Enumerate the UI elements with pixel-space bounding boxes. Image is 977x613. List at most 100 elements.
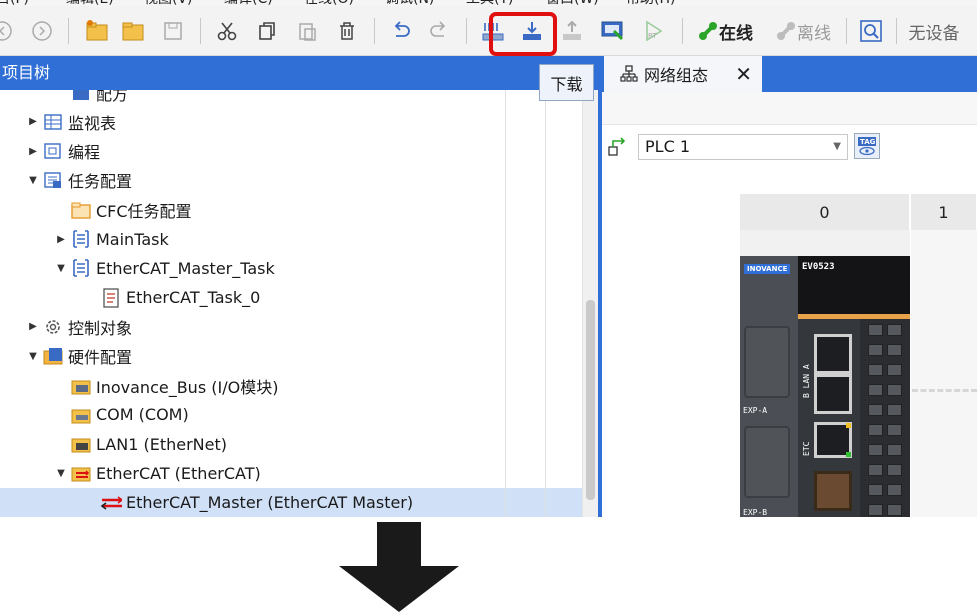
tree-item[interactable]: ▶ 监视表 — [0, 107, 582, 136]
tree-item[interactable]: Inovance_Bus (I/O模块) — [0, 371, 582, 400]
editor-subbar — [602, 92, 977, 125]
offline-label: 离线 — [797, 23, 831, 44]
open-folder-icon[interactable] — [118, 14, 148, 48]
paste-icon[interactable] — [292, 14, 322, 48]
tree-item[interactable]: ▶ MainTask — [0, 225, 582, 254]
document-icon — [100, 287, 122, 308]
tree-item[interactable]: ▶ 编程 — [0, 137, 582, 166]
tree-item[interactable]: ▼ 任务配置 — [0, 166, 582, 195]
project-tree: 配方 ▶ 监视表 ▶ 编程 ▼ 任务配置 CFC任务配置 ▶ MainTask ▼ EtherCAT_… — [0, 90, 582, 517]
device-status[interactable]: 无设备 — [904, 14, 964, 48]
tree-item-label: 编程 — [68, 143, 101, 163]
go-online-button[interactable]: 在线 — [692, 14, 758, 48]
collapse-arrow-icon[interactable]: ▼ — [54, 468, 68, 479]
gear-icon — [42, 317, 64, 337]
plc-device[interactable]: INOVANCE EV0523 EXP-A EXP-B B LAN A ETC — [740, 256, 910, 517]
tree-item[interactable]: ▼ EtherCAT_Master_Task — [0, 254, 582, 283]
undo-icon[interactable] — [386, 14, 416, 48]
ethercat-master-icon — [100, 493, 122, 513]
network-icon — [608, 137, 626, 156]
svg-text:RT: RT — [648, 32, 657, 40]
tree-item[interactable]: EtherCAT_Master (EtherCAT Master) — [0, 488, 582, 517]
tree-item-label: 监视表 — [68, 113, 117, 133]
tag-view-button[interactable]: TAG — [854, 133, 880, 159]
tree-item-label: EtherCAT_Task_0 — [126, 288, 261, 308]
tree-scrollbar[interactable] — [582, 90, 598, 517]
offline-icon — [777, 22, 795, 40]
tree-item[interactable]: 配方 — [0, 90, 582, 107]
tree-item-label: CFC任务配置 — [96, 201, 192, 221]
run-rt-icon[interactable]: RT — [638, 14, 668, 48]
tag-icon: TAG — [858, 137, 876, 156]
expand-arrow-icon[interactable]: ▶ — [54, 234, 68, 245]
tree-item[interactable]: ▼ 硬件配置 — [0, 342, 582, 371]
tree-item[interactable]: ▼ EtherCAT (EtherCAT) — [0, 459, 582, 488]
tab-network-config[interactable]: 网络组态 ✕ — [604, 56, 762, 92]
etc-label: ETC — [802, 441, 811, 456]
program-icon — [42, 141, 64, 161]
lan-icon — [70, 434, 92, 454]
exp-b-label: EXP-B — [743, 508, 768, 517]
upload-icon[interactable] — [557, 14, 587, 48]
copy-icon[interactable] — [252, 14, 282, 48]
network-topology-icon — [620, 65, 638, 82]
delete-icon[interactable] — [332, 14, 362, 48]
slot-header-1: 1 — [911, 194, 977, 230]
lan-port-b[interactable] — [814, 374, 852, 414]
terminal-block — [866, 322, 906, 517]
search-device-icon[interactable] — [856, 14, 886, 48]
collapse-arrow-icon[interactable]: ▼ — [54, 263, 68, 274]
tree-item-label: 硬件配置 — [68, 348, 133, 368]
down-arrow-icon — [339, 522, 459, 612]
new-project-icon[interactable] — [82, 14, 112, 48]
expand-arrow-icon[interactable]: ▶ — [26, 116, 40, 127]
network-config-panel: 网络组态 ✕ PLC 1 ▼ TAG 0 1 INOVANCE EV0523 E… — [602, 56, 977, 517]
io-connector — [814, 471, 852, 511]
tree-item[interactable]: LAN1 (EtherNet) — [0, 430, 582, 459]
collapse-arrow-icon[interactable]: ▼ — [26, 175, 40, 186]
tree-item-label: EtherCAT_Master (EtherCAT Master) — [126, 493, 414, 513]
tree-item[interactable]: COM (COM) — [0, 400, 582, 429]
go-offline-button[interactable]: 离线 — [770, 14, 836, 48]
forward-icon[interactable] — [30, 14, 54, 48]
lan-label: B LAN A — [802, 364, 811, 398]
back-icon[interactable] — [0, 14, 14, 48]
tree-item-label: Inovance_Bus (I/O模块) — [96, 377, 279, 397]
bus-icon — [70, 376, 92, 396]
device-status-label: 无设备 — [908, 23, 960, 44]
tree-item[interactable]: EtherCAT_Task_0 — [0, 283, 582, 312]
project-tree-title: 项目树 — [0, 56, 598, 90]
tree-item-label: MainTask — [96, 229, 169, 249]
task-config-icon — [42, 170, 64, 190]
folder-icon — [70, 200, 92, 220]
recipe-icon — [70, 90, 92, 103]
online-label: 在线 — [719, 23, 753, 44]
expand-arrow-icon[interactable]: ▶ — [26, 321, 40, 332]
lan-port-a[interactable] — [814, 334, 852, 374]
tree-scrollbar-thumb[interactable] — [586, 300, 595, 500]
cut-icon[interactable] — [212, 14, 242, 48]
tree-item[interactable]: ▶ 控制对象 — [0, 312, 582, 341]
project-tree-panel: 项目树 配方 ▶ 监视表 ▶ 编程 ▼ 任务配置 CFC任务配置 ▶ MainTask ▼ Ether… — [0, 56, 598, 517]
expand-arrow-icon[interactable]: ▶ — [26, 146, 40, 157]
bus-connection-line — [912, 389, 977, 392]
tree-item-label: EtherCAT (EtherCAT) — [96, 463, 261, 483]
close-icon[interactable]: ✕ — [735, 62, 752, 86]
online-icon — [699, 22, 717, 40]
tree-item-label: COM (COM) — [96, 405, 189, 425]
plc-model-label: EV0523 — [802, 262, 835, 272]
collapse-arrow-icon[interactable]: ▼ — [26, 351, 40, 362]
task-icon — [70, 258, 92, 278]
download-highlight-box — [489, 12, 557, 56]
etc-port[interactable] — [814, 422, 852, 458]
hardware-folder-icon — [42, 346, 64, 366]
plc-select[interactable]: PLC 1 ▼ — [638, 134, 848, 160]
task-icon — [70, 229, 92, 249]
ethercat-icon — [70, 463, 92, 483]
network-canvas[interactable]: 0 1 INOVANCE EV0523 EXP-A EXP-B B LAN A — [602, 167, 977, 517]
tree-item[interactable]: CFC任务配置 — [0, 195, 582, 224]
redo-icon[interactable] — [424, 14, 454, 48]
save-icon[interactable] — [158, 14, 188, 48]
monitor-icon[interactable] — [598, 14, 628, 48]
editor-tab-bar: 网络组态 ✕ — [602, 56, 977, 92]
